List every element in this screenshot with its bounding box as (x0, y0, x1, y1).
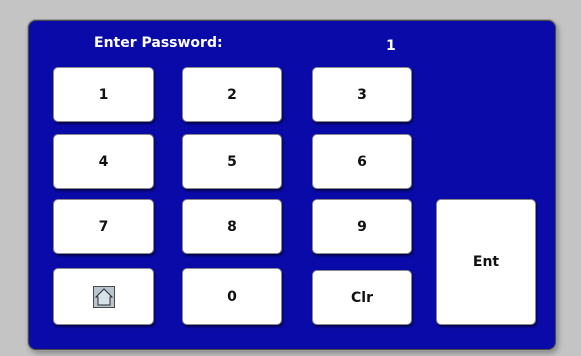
key-1-button[interactable]: 1 (53, 67, 154, 122)
key-7-label: 7 (98, 218, 109, 235)
enter-label: Ent (472, 254, 500, 270)
password-prompt-label: Enter Password: (94, 35, 223, 51)
key-4-label: 4 (98, 153, 109, 170)
key-5-label: 5 (227, 153, 237, 170)
key-6-label: 6 (357, 153, 367, 170)
key-9-button[interactable]: 9 (312, 199, 412, 254)
key-4-button[interactable]: 4 (53, 134, 154, 189)
key-8-label: 8 (227, 218, 237, 235)
key-8-button[interactable]: 8 (182, 199, 282, 254)
clear-button[interactable]: Clr (312, 270, 412, 325)
key-5-button[interactable]: 5 (182, 134, 282, 189)
key-7-button[interactable]: 7 (53, 199, 154, 254)
key-2-button[interactable]: 2 (182, 67, 282, 122)
key-2-label: 2 (227, 86, 237, 103)
key-3-button[interactable]: 3 (312, 67, 412, 122)
key-6-button[interactable]: 6 (312, 134, 412, 189)
key-9-label: 9 (357, 218, 367, 235)
key-3-label: 3 (357, 86, 367, 103)
key-1-label: 1 (98, 86, 109, 103)
password-entry-display: 1 (386, 38, 396, 54)
clear-label: Clr (351, 289, 373, 306)
key-0-label: 0 (227, 288, 237, 305)
enter-button[interactable]: Ent (436, 199, 536, 325)
key-0-button[interactable]: 0 (182, 268, 282, 325)
home-button[interactable] (53, 268, 154, 325)
home-icon (92, 285, 115, 308)
